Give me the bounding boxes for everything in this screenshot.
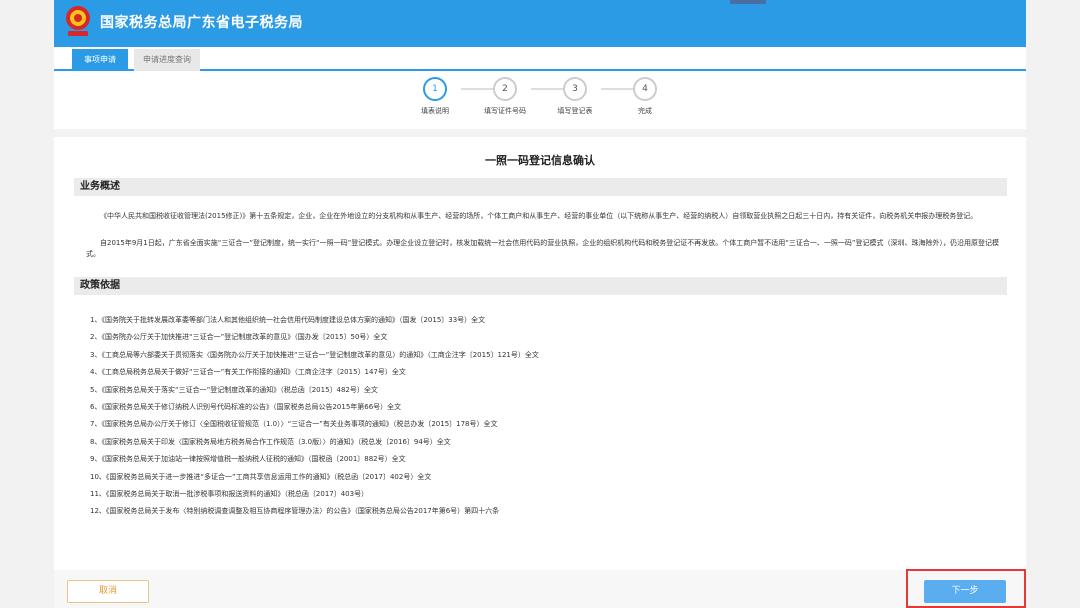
step-number: 3 [563, 77, 587, 101]
policy-item[interactable]: 11、《国家税务总局关于取消一批涉税事项和报送资料的通知》（税总函〔2017〕4… [90, 486, 990, 503]
page-title: 一照一码登记信息确认 [485, 154, 595, 167]
policy-item[interactable]: 5、《国家税务总局关于落实“三证合一”登记制度改革的通知》（税总函〔2015〕4… [90, 382, 990, 399]
policy-item[interactable]: 8、《国家税务总局关于印发〈国家税务局地方税务局合作工作规范（3.0版）〉的通知… [90, 434, 990, 451]
step-number: 1 [423, 77, 447, 101]
main-content: 一照一码登记信息确认 业务概述 《中华人民共和国税收征收管理法(2015修正)》… [54, 137, 1026, 570]
policy-item[interactable]: 4、《工商总局税务总局关于做好“三证合一”有关工作衔接的通知》（工商企注字〔20… [90, 364, 990, 381]
site-header: 国家税务总局广东省电子税务局 [54, 0, 1026, 47]
overview-paragraph-2: 自2015年9月1日起，广东省全面实施“三证合一”登记制度，统一实行“一照一码”… [86, 239, 999, 258]
policy-item[interactable]: 1、《国务院关于批转发展改革委等部门法人和其他组织统一社会信用代码制度建设总体方… [90, 312, 990, 329]
step-label: 完成 [638, 107, 652, 115]
site-title: 国家税务总局广东省电子税务局 [100, 15, 303, 31]
section-heading-policy: 政策依据 [74, 277, 1007, 295]
overview-paragraph-1: 《中华人民共和国税收征收管理法(2015修正)》第十五条规定，企业，企业在外地设… [100, 212, 978, 220]
policy-item[interactable]: 9、《国家税务总局关于加油站一律按照增值税一般纳税人征税的通知》（国税函〔200… [90, 451, 990, 468]
cancel-button[interactable]: 取消 [67, 580, 149, 603]
policy-item[interactable]: 3、《工商总局等六部委关于贯彻落实〈国务院办公厅关于加快推进“三证合一”登记制度… [90, 347, 990, 364]
step-progress: 1 填表说明 2 填写证件号码 3 填写登记表 4 完成 [54, 71, 1026, 129]
step-label: 填写登记表 [557, 107, 593, 115]
step-4: 4 完成 [605, 77, 685, 116]
header-user-icons[interactable] [730, 0, 766, 4]
policy-item[interactable]: 12、《国家税务总局关于发布〈特别纳税调查调整及相互协商程序管理办法〉的公告》（… [90, 503, 990, 520]
policy-item[interactable]: 10、《国家税务总局关于进一步推进“多证合一”工商共享信息运用工作的通知》（税总… [90, 469, 990, 486]
tax-emblem-icon [66, 6, 90, 36]
policy-list: 1、《国务院关于批转发展改革委等部门法人和其他组织统一社会信用代码制度建设总体方… [90, 312, 990, 521]
step-1: 1 填表说明 [395, 77, 475, 116]
policy-item[interactable]: 6、《国家税务总局关于修订纳税人识别号代码标准的公告》（国家税务总局公告2015… [90, 399, 990, 416]
footer-bar: 取消 [54, 570, 1026, 608]
step-2: 2 填写证件号码 [465, 77, 545, 116]
step-label: 填表说明 [421, 107, 449, 115]
tab-bar: 事项申请 申请进度查询 [54, 47, 1026, 71]
step-number: 2 [493, 77, 517, 101]
step-number: 4 [633, 77, 657, 101]
next-step-button[interactable]: 下一步 [924, 580, 1006, 603]
step-label: 填写证件号码 [484, 107, 526, 115]
tab-apply[interactable]: 事项申请 [72, 49, 128, 71]
step-3: 3 填写登记表 [535, 77, 615, 116]
policy-item[interactable]: 7、《国家税务总局办公厅关于修订〈全国税收征管规范（1.0）〉“三证合一”有关业… [90, 416, 990, 433]
policy-item[interactable]: 2、《国务院办公厅关于加快推进“三证合一”登记制度改革的意见》（国办发〔2015… [90, 329, 990, 346]
section-heading-overview: 业务概述 [74, 178, 1007, 196]
tab-progress-query[interactable]: 申请进度查询 [134, 49, 200, 71]
